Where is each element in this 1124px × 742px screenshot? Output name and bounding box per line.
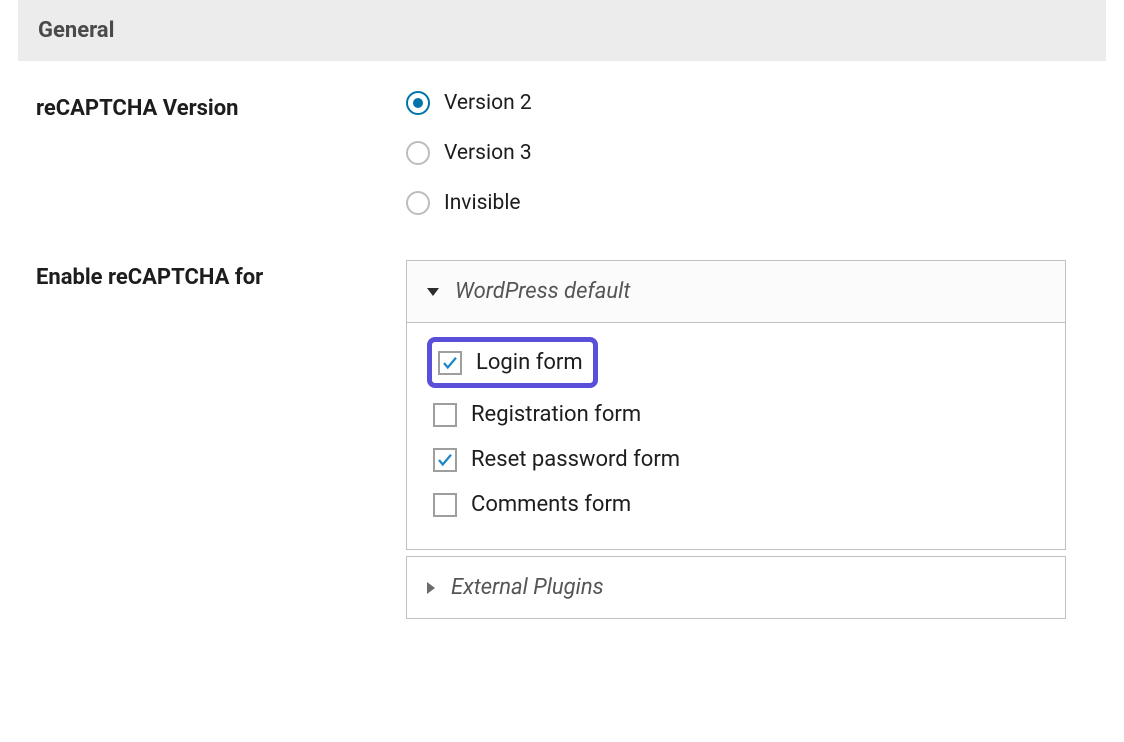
control-recaptcha-version: Version 2 Version 3 Invisible [406, 91, 1066, 215]
control-enable-for: WordPress default Login form Registratio… [406, 260, 1066, 625]
radio-label: Version 3 [444, 141, 532, 165]
checkbox-label: Comments form [471, 492, 631, 517]
checkbox-input[interactable] [433, 493, 457, 517]
checkbox-label: Login form [476, 350, 583, 375]
label-recaptcha-version: reCAPTCHA Version [36, 91, 406, 215]
row-recaptcha-version: reCAPTCHA Version Version 2 Version 3 In… [0, 91, 1124, 215]
radio-input[interactable] [406, 141, 430, 165]
checkbox-item-login-form[interactable]: Login form [427, 337, 598, 388]
radio-item-invisible[interactable]: Invisible [406, 191, 1066, 215]
caret-right-icon [427, 582, 435, 594]
radio-item-version-3[interactable]: Version 3 [406, 141, 1066, 165]
checkbox-input[interactable] [433, 448, 457, 472]
row-enable-for: Enable reCAPTCHA for WordPress default L… [0, 260, 1124, 625]
checkbox-label: Reset password form [471, 447, 680, 472]
caret-down-icon [427, 288, 439, 296]
section-title: General [38, 18, 114, 43]
radio-input[interactable] [406, 191, 430, 215]
accordion-body-wordpress-default: Login form Registration form Reset passw… [407, 322, 1065, 549]
label-enable-for: Enable reCAPTCHA for [36, 260, 406, 625]
radio-group-version: Version 2 Version 3 Invisible [406, 91, 1066, 215]
accordion-header-wordpress-default[interactable]: WordPress default [407, 261, 1065, 322]
radio-label: Invisible [444, 191, 521, 215]
checkbox-item-reset-password-form[interactable]: Reset password form [427, 437, 1045, 482]
checkbox-input[interactable] [438, 351, 462, 375]
check-icon [436, 451, 454, 469]
checkbox-item-registration-form[interactable]: Registration form [427, 392, 1045, 437]
checkbox-item-comments-form[interactable]: Comments form [427, 482, 1045, 527]
accordion-title: WordPress default [455, 279, 630, 304]
radio-item-version-2[interactable]: Version 2 [406, 91, 1066, 115]
radio-input[interactable] [406, 91, 430, 115]
checkbox-label: Registration form [471, 402, 641, 427]
checkbox-input[interactable] [433, 403, 457, 427]
radio-label: Version 2 [444, 91, 532, 115]
section-header: General [18, 0, 1106, 61]
accordion-header-external-plugins[interactable]: External Plugins [407, 557, 1065, 618]
accordion-external-plugins: External Plugins [406, 556, 1066, 619]
accordion-title: External Plugins [451, 575, 604, 600]
accordion-wordpress-default: WordPress default Login form Registratio… [406, 260, 1066, 550]
check-icon [441, 354, 459, 372]
